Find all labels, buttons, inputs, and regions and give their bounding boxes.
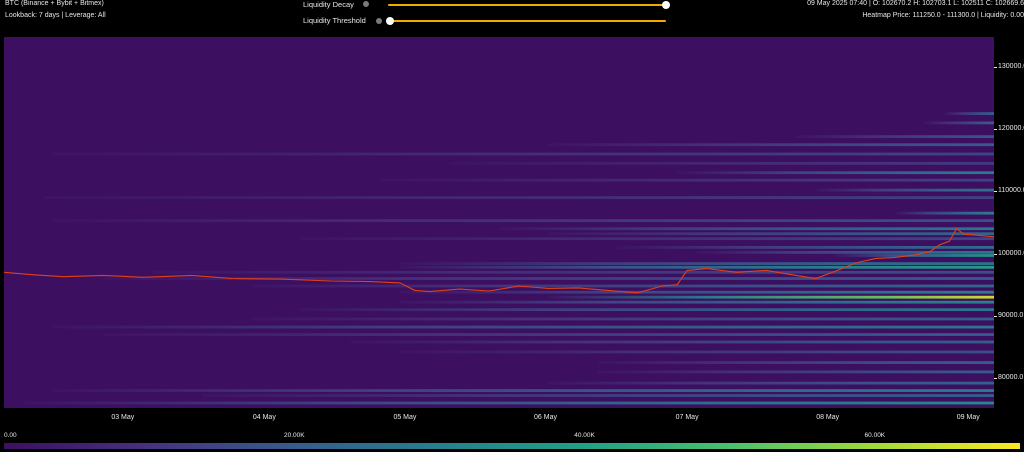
liquidity-band: [53, 325, 994, 329]
liquidity-band: [924, 121, 994, 125]
liquidity-band: [53, 389, 994, 392]
chart-subtitle: Lookback: 7 days | Leverage: All: [5, 12, 106, 19]
y-tick-label: 90000.0: [998, 311, 1024, 319]
liquidity-decay-slider[interactable]: [388, 0, 670, 10]
liquidity-band: [152, 270, 994, 274]
chart-title: BTC (Binance + Bybit + Bitmex): [5, 0, 104, 7]
liquidity-band: [301, 308, 994, 312]
colorbar-tick-label: 20.00K: [283, 432, 305, 439]
y-tick-label: 80000.0: [998, 374, 1024, 382]
y-tick-mark: [994, 315, 997, 317]
liquidity-band: [202, 394, 994, 397]
liquidity-band: [944, 112, 994, 115]
threshold-slider-thumb[interactable]: [386, 17, 394, 25]
y-tick-mark: [994, 129, 997, 131]
liquidity-band: [598, 370, 994, 374]
threshold-info-icon[interactable]: [376, 18, 382, 24]
colorbar-tick-label: 0.00: [4, 432, 17, 439]
liquidity-band: [815, 188, 994, 192]
x-tick-label: 05 May: [393, 414, 417, 421]
liquidity-band: [598, 361, 994, 364]
liquidity-band: [350, 340, 994, 344]
heatmap-info-readout: Heatmap Price: 111250.0 - 111300.0 | Liq…: [862, 12, 1024, 19]
liquidity-band: [499, 227, 994, 231]
liquidity-band: [301, 237, 994, 241]
liquidity-band: [400, 300, 994, 304]
liquidity-band: [548, 295, 994, 299]
liquidity-decay-label: Liquidity Decay: [303, 0, 354, 9]
liquidity-band: [548, 232, 994, 236]
x-tick-label: 09 May: [956, 414, 980, 421]
liquidity-band: [103, 333, 994, 336]
liquidity-threshold-slider[interactable]: [386, 16, 670, 26]
liquidity-band: [400, 265, 994, 269]
liquidity-band: [548, 143, 994, 147]
y-tick-mark: [994, 66, 997, 68]
liquidity-band: [43, 196, 994, 200]
ohlc-readout: 09 May 2025 07:40 | O: 102670.2 H: 10270…: [807, 0, 1024, 7]
liquidity-band: [380, 178, 994, 182]
liquidity-band: [251, 317, 994, 321]
liquidity-band: [697, 250, 994, 254]
decay-slider-track[interactable]: [388, 4, 666, 6]
y-tick-mark: [994, 378, 997, 380]
colorbar: [4, 443, 1020, 449]
liquidity-band: [400, 350, 994, 354]
threshold-slider-track[interactable]: [388, 20, 666, 22]
liquidity-band: [548, 381, 994, 385]
colorbar-tick-label: 40.00K: [574, 432, 595, 439]
y-tick-label: 120000.0: [998, 125, 1024, 133]
liquidity-band: [449, 161, 994, 165]
liquidity-band: [677, 171, 994, 175]
liquidity-band: [796, 135, 994, 138]
decay-slider-thumb[interactable]: [662, 1, 670, 9]
liquidity-band: [53, 219, 994, 223]
liquidity-band: [400, 262, 994, 265]
decay-info-icon[interactable]: [363, 1, 369, 7]
liquidity-band: [23, 401, 994, 405]
y-tick-label: 100000.0: [998, 249, 1024, 257]
liquidity-threshold-label: Liquidity Threshold: [303, 16, 366, 25]
y-tick-mark: [994, 191, 997, 193]
liquidity-band: [251, 284, 994, 288]
x-tick-label: 08 May: [816, 414, 840, 421]
x-tick-label: 07 May: [675, 414, 699, 421]
colorbar-tick-label: 60.00K: [864, 432, 886, 439]
x-tick-label: 04 May: [252, 414, 276, 421]
x-tick-label: 03 May: [111, 414, 135, 421]
liquidity-band: [53, 152, 994, 156]
y-tick-label: 130000.0: [998, 62, 1024, 70]
x-tick-label: 06 May: [534, 414, 557, 421]
liquidity-band: [895, 211, 994, 215]
y-tick-mark: [994, 253, 997, 255]
liquidation-heatmap[interactable]: [4, 37, 994, 408]
y-tick-label: 110000.0: [998, 187, 1024, 195]
